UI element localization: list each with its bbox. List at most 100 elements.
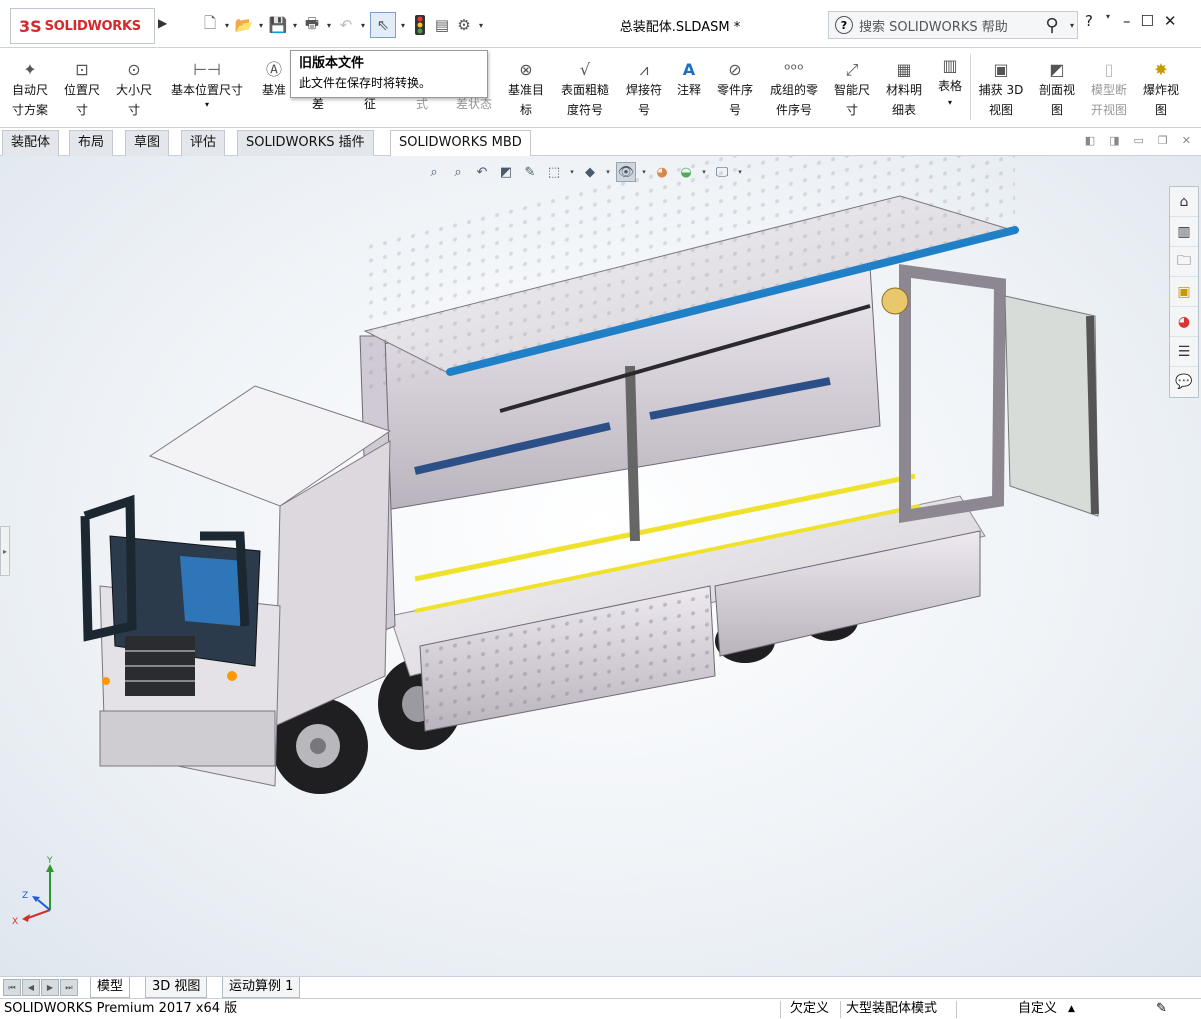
balloon-button[interactable]: ⊘ 零件序 号 — [710, 54, 760, 120]
capture-3d-view-button[interactable]: ▣ 捕获 3D 视图 — [974, 54, 1028, 120]
search-icon[interactable]: ⚲ — [1037, 15, 1067, 36]
datum-button[interactable]: Ⓐ 基准 — [256, 54, 292, 100]
old-version-tooltip: 旧版本文件 此文件在保存时将转换。 — [290, 50, 488, 98]
solidworks-logo[interactable]: 3S SOLIDWORKS — [10, 8, 155, 44]
table-button[interactable]: ▥ 表格 ▾ — [932, 50, 968, 110]
new-document-icon[interactable]: 🗋 — [200, 12, 220, 38]
new-dropdown-icon[interactable]: ▾ — [222, 21, 232, 30]
tab-assembly[interactable]: 装配体 — [2, 130, 60, 156]
file-properties-icon[interactable]: ▤ — [432, 12, 452, 38]
undo-icon[interactable]: ↶ — [336, 12, 356, 38]
units-dropdown-icon[interactable]: ▲ — [1068, 999, 1075, 1019]
smart-dimension-icon: ⤢ — [845, 60, 859, 79]
datum-target-button[interactable]: ⊗ 基准目 标 — [502, 54, 550, 120]
model-break-view-button[interactable]: ▯ 模型断 开视图 — [1084, 54, 1134, 120]
last-tab-icon[interactable]: ⏭ — [60, 979, 78, 996]
undo-dropdown-icon[interactable]: ▾ — [358, 21, 368, 30]
menu-expand-icon[interactable]: ▶ — [158, 16, 167, 30]
solidworks-resources-home-icon[interactable]: ⌂ — [1170, 187, 1198, 217]
smart-dimension-button[interactable]: ⤢ 智能尺 寸 — [828, 54, 876, 120]
command-manager-tabs: 装配体 布局 草图 评估 SOLIDWORKS 插件 SOLIDWORKS MB… — [0, 128, 1201, 157]
stacked-balloon-button[interactable]: ᵒᵒᵒ 成组的零 件序号 — [762, 54, 826, 120]
document-title: 总装配体.SLDASM * — [619, 20, 741, 35]
help-button[interactable]: ? — [1085, 12, 1093, 30]
search-dropdown-icon[interactable]: ▾ — [1067, 21, 1077, 30]
balloon-icon: ⊘ — [728, 60, 742, 79]
viewport-restore-icon[interactable]: ❐ — [1158, 134, 1168, 147]
model-view-tabs: ⏮ ◀ ▶ ⏭ 模型 3D 视图 运动算例 1 — [0, 976, 1201, 998]
weld-symbol-button[interactable]: ⩘ 焊接符 号 — [620, 54, 668, 120]
status-bar: SOLIDWORKS Premium 2017 x64 版 欠定义 大型装配体模… — [0, 998, 1201, 1019]
product-version: SOLIDWORKS Premium 2017 x64 版 — [4, 1001, 238, 1016]
next-tab-icon[interactable]: ▶ — [41, 979, 59, 996]
save-icon[interactable]: 💾 — [268, 12, 288, 38]
turn-signal-light-left — [102, 677, 110, 685]
prev-tab-icon[interactable]: ◀ — [22, 979, 40, 996]
options-gear-icon[interactable]: ⚙ — [454, 12, 474, 38]
status-options-icon[interactable]: ✎ — [1156, 999, 1167, 1019]
tab-evaluate[interactable]: 评估 — [181, 130, 226, 156]
file-explorer-icon[interactable]: 🗀 — [1170, 247, 1198, 277]
tab-addins[interactable]: SOLIDWORKS 插件 — [237, 130, 374, 156]
toolbar-separator — [970, 54, 971, 120]
note-icon: A — [682, 60, 696, 79]
tile-left-icon[interactable]: ◧ — [1085, 134, 1095, 147]
tab-mbd[interactable]: SOLIDWORKS MBD — [390, 130, 531, 157]
search-input[interactable]: 搜索 SOLIDWORKS 帮助 — [859, 16, 1037, 35]
note-button[interactable]: A 注释 — [670, 54, 708, 100]
section-view-icon: ◩ — [1049, 60, 1065, 79]
size-dimension-icon: ⊙ — [127, 60, 141, 79]
large-assembly-mode: 大型装配体模式 — [846, 1001, 938, 1016]
maximize-button[interactable]: ☐ — [1140, 12, 1153, 30]
tab-sketch[interactable]: 草图 — [125, 130, 170, 156]
truck-assembly-model[interactable] — [0, 156, 1201, 976]
view-palette-icon[interactable]: ▣ — [1170, 277, 1198, 307]
basic-location-dimension-icon: ⊢⊣ — [193, 60, 221, 79]
print-icon[interactable]: 🖶 — [302, 12, 322, 38]
auto-dimension-button[interactable]: ✦ 自动尺 寸方案 — [6, 54, 54, 120]
custom-properties-icon[interactable]: ☰ — [1170, 337, 1198, 367]
forum-icon[interactable]: 💬 — [1170, 367, 1198, 397]
exploded-view-button[interactable]: ✸ 爆炸视 图 — [1136, 54, 1186, 120]
tab-model[interactable]: 模型 — [90, 977, 131, 998]
size-dimension-button[interactable]: ⊙ 大小尺 寸 — [110, 54, 158, 120]
save-dropdown-icon[interactable]: ▾ — [290, 21, 300, 30]
viewport-close-icon[interactable]: ✕ — [1182, 134, 1191, 147]
section-view-button[interactable]: ◩ 剖面视 图 — [1032, 54, 1082, 120]
first-tab-icon[interactable]: ⏮ — [3, 979, 21, 996]
location-dimension-button[interactable]: ⊡ 位置尺 寸 — [58, 54, 106, 120]
help-circle-icon: ? — [835, 16, 853, 34]
select-dropdown-icon[interactable]: ▾ — [398, 21, 408, 30]
surface-finish-button[interactable]: √ 表面粗糙 度符号 — [554, 54, 616, 120]
open-folder-icon[interactable]: 📂 — [234, 12, 254, 38]
appearances-scenes-icon[interactable]: ◕ — [1170, 307, 1198, 337]
tab-3d-views[interactable]: 3D 视图 — [145, 977, 208, 998]
datum-icon: Ⓐ — [265, 60, 282, 79]
unit-system[interactable]: 自定义 — [1018, 999, 1057, 1019]
quick-access-toolbar: 🗋 ▾ 📂 ▾ 💾 ▾ 🖶 ▾ ↶ ▾ ⇖ ▾ ▤ ⚙ ▾ — [200, 10, 486, 40]
open-dropdown-icon[interactable]: ▾ — [256, 21, 266, 30]
tooltip-body: 此文件在保存时将转换。 — [299, 76, 432, 90]
datum-target-icon: ⊗ — [519, 60, 533, 79]
tab-motion-study[interactable]: 运动算例 1 — [222, 977, 301, 998]
viewport-minimize-icon[interactable]: ▭ — [1134, 134, 1144, 147]
print-dropdown-icon[interactable]: ▾ — [324, 21, 334, 30]
bom-button[interactable]: ▦ 材料明 细表 — [880, 54, 928, 120]
window-controls: ? ▾ – ☐ ✕ — [1085, 12, 1177, 30]
minimize-button[interactable]: – — [1123, 12, 1131, 30]
tooltip-title: 旧版本文件 — [299, 56, 365, 71]
design-library-icon[interactable]: ▥ — [1170, 217, 1198, 247]
tab-layout[interactable]: 布局 — [69, 130, 114, 156]
reference-triad: Y Z X — [12, 856, 54, 926]
basic-location-dimension-button[interactable]: ⊢⊣ 基本位置尺寸 ▾ — [162, 54, 252, 110]
stacked-balloon-icon: ᵒᵒᵒ — [784, 60, 804, 79]
options-dropdown-icon[interactable]: ▾ — [476, 21, 486, 30]
tile-right-icon[interactable]: ◨ — [1109, 134, 1119, 147]
graphics-area[interactable]: ⌕ ⌕ ↶ ◩ ✎ ⬚ ▾ ◆ ▾ 👁 ▾ ◕ ◒ ▾ 🖵 ▾ ▸ ⌂ ▥ 🗀 … — [0, 156, 1201, 976]
select-cursor-icon[interactable]: ⇖ — [370, 12, 396, 38]
help-dropdown-icon[interactable]: ▾ — [1103, 12, 1113, 30]
rebuild-traffic-light-icon[interactable] — [410, 12, 430, 38]
close-button[interactable]: ✕ — [1164, 12, 1177, 30]
capture-3d-view-icon: ▣ — [993, 60, 1009, 79]
help-search-box[interactable]: ? 搜索 SOLIDWORKS 帮助 ⚲ ▾ — [828, 11, 1078, 39]
